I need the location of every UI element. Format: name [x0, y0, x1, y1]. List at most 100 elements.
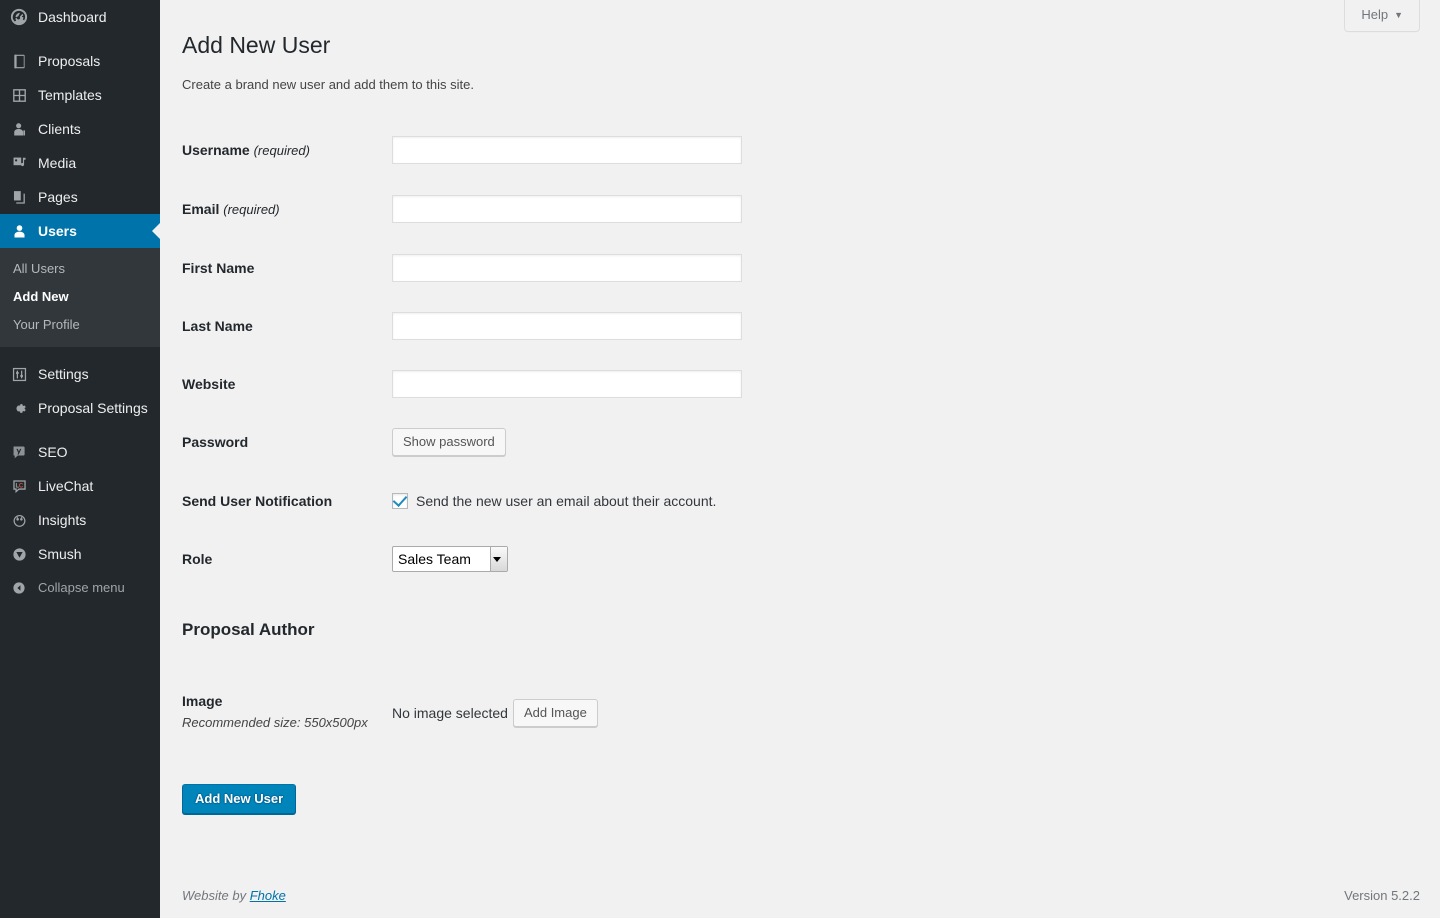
- image-help-text: Recommended size: 550x500px: [182, 715, 368, 731]
- chevron-down-icon: ▼: [1394, 10, 1403, 20]
- form-row-image: Image Recommended size: 550x500px No ima…: [182, 672, 1082, 754]
- fhoke-link[interactable]: Fhoke: [250, 888, 286, 903]
- send-notification-row: Send the new user an email about their a…: [392, 492, 1072, 510]
- send-notification-checkbox[interactable]: [392, 492, 408, 509]
- role-select-wrapper: Sales Team: [392, 545, 508, 572]
- main-content: Help ▼ Add New User Create a brand new us…: [160, 0, 1440, 918]
- collapse-menu-button[interactable]: Collapse menu: [0, 571, 160, 605]
- sidebar-item-label: Settings: [38, 366, 89, 382]
- email-input[interactable]: [392, 195, 742, 224]
- yoast-seo-icon: [9, 442, 29, 462]
- footer-credit-prefix: Website by: [182, 888, 250, 903]
- add-new-user-button[interactable]: Add New User: [182, 784, 297, 815]
- footer-credit: Website by Fhoke: [182, 888, 286, 903]
- send-notification-label: Send the new user an email about their a…: [416, 492, 717, 509]
- sidebar-item-users[interactable]: Users: [0, 214, 160, 248]
- label-send-user-notification: Send User Notification: [182, 472, 382, 530]
- last-name-input[interactable]: [392, 312, 742, 341]
- label-text: Role: [182, 550, 213, 567]
- dashboard-gauge-icon: [9, 7, 29, 27]
- sidebar-item-label: Proposals: [38, 53, 101, 69]
- sidebar-item-livechat[interactable]: LC LiveChat: [0, 469, 160, 503]
- pages-icon: [9, 187, 29, 207]
- user-form-table: Username (required) Email (required) Fir…: [182, 121, 1082, 588]
- sidebar-separator: [0, 34, 160, 44]
- label-text: Last Name: [182, 317, 253, 334]
- submenu-item-all-users[interactable]: All Users: [0, 255, 160, 283]
- label-text: Password: [182, 434, 249, 451]
- label-text: Username: [182, 142, 250, 158]
- sidebar-item-seo[interactable]: SEO: [0, 435, 160, 469]
- help-tab-button[interactable]: Help ▼: [1344, 0, 1420, 32]
- collapse-menu-label: Collapse menu: [38, 580, 125, 595]
- role-select[interactable]: Sales Team: [392, 545, 508, 572]
- required-note: (required): [253, 143, 310, 158]
- submenu-item-add-new[interactable]: Add New: [0, 283, 160, 311]
- sidebar-separator: [0, 425, 160, 435]
- username-input[interactable]: [392, 136, 742, 165]
- add-image-button[interactable]: Add Image: [512, 699, 598, 727]
- submenu-item-your-profile[interactable]: Your Profile: [0, 311, 160, 339]
- label-email: Email (required): [182, 180, 382, 239]
- sidebar-item-settings[interactable]: Settings: [0, 357, 160, 391]
- image-picker-row: No image selected Add Image: [392, 699, 1072, 727]
- sidebar-item-dashboard[interactable]: Dashboard: [0, 0, 160, 34]
- form-row-last-name: Last Name: [182, 297, 1082, 355]
- page-wrap: Add New User Create a brand new user and…: [160, 0, 1440, 815]
- label-password: Password: [182, 413, 382, 471]
- sidebar-item-templates[interactable]: Templates: [0, 78, 160, 112]
- users-submenu: All Users Add New Your Profile: [0, 248, 160, 347]
- label-text: Email: [182, 200, 220, 217]
- sidebar-item-label: SEO: [38, 444, 68, 460]
- livechat-icon: LC: [9, 476, 29, 496]
- monsterinsights-icon: [9, 510, 29, 530]
- admin-sidebar: Dashboard Proposals Templates Clients Me…: [0, 0, 160, 918]
- required-note: (required): [223, 201, 280, 217]
- sidebar-separator: [0, 347, 160, 357]
- footer-version: Version 5.2.2: [1344, 888, 1420, 903]
- sidebar-item-label: LiveChat: [38, 478, 94, 494]
- form-row-password: Password Show password: [182, 413, 1082, 471]
- smush-icon: [9, 544, 29, 564]
- form-row-email: Email (required): [182, 180, 1082, 239]
- no-image-selected-text: No image selected: [392, 704, 508, 721]
- sidebar-item-media[interactable]: Media: [0, 146, 160, 180]
- gear-icon: [9, 398, 29, 418]
- label-website: Website: [182, 355, 382, 413]
- first-name-input[interactable]: [392, 253, 742, 282]
- admin-footer: Website by Fhoke Version 5.2.2: [160, 878, 1440, 918]
- sidebar-item-insights[interactable]: Insights: [0, 503, 160, 537]
- grid-icon: [9, 85, 29, 105]
- person-business-icon: [9, 119, 29, 139]
- show-password-button[interactable]: Show password: [392, 428, 506, 457]
- sidebar-item-proposal-settings[interactable]: Proposal Settings: [0, 391, 160, 425]
- sidebar-item-label: Media: [38, 155, 77, 171]
- sidebar-item-label: Clients: [38, 121, 81, 137]
- add-user-form: Username (required) Email (required) Fir…: [182, 121, 1420, 815]
- sidebar-item-label: Smush: [38, 546, 82, 562]
- page-subtitle: Create a brand new user and add them to …: [182, 77, 474, 92]
- proposal-author-table: Image Recommended size: 550x500px No ima…: [182, 672, 1082, 754]
- sidebar-item-smush[interactable]: Smush: [0, 537, 160, 571]
- label-image: Image Recommended size: 550x500px: [182, 672, 382, 754]
- label-text: Send User Notification: [182, 492, 333, 509]
- svg-text:C: C: [18, 483, 23, 489]
- sidebar-item-pages[interactable]: Pages: [0, 180, 160, 214]
- user-icon: [9, 221, 29, 241]
- form-row-website: Website: [182, 355, 1082, 413]
- sidebar-item-proposals[interactable]: Proposals: [0, 44, 160, 78]
- label-text: Website: [182, 376, 236, 393]
- form-row-role: Role Sales Team: [182, 530, 1082, 588]
- label-role: Role: [182, 530, 382, 588]
- sidebar-item-label: Dashboard: [38, 9, 107, 25]
- label-username: Username (required): [182, 121, 382, 180]
- screen-meta-links: Help ▼: [1344, 0, 1420, 32]
- label-text: First Name: [182, 259, 255, 276]
- proposal-author-section-title: Proposal Author: [182, 619, 315, 639]
- website-input[interactable]: [392, 370, 742, 399]
- submit-row: Add New User: [182, 784, 1420, 815]
- sidebar-item-label: Pages: [38, 189, 78, 205]
- sidebar-item-label: Templates: [38, 87, 102, 103]
- label-last-name: Last Name: [182, 297, 382, 355]
- sidebar-item-clients[interactable]: Clients: [0, 112, 160, 146]
